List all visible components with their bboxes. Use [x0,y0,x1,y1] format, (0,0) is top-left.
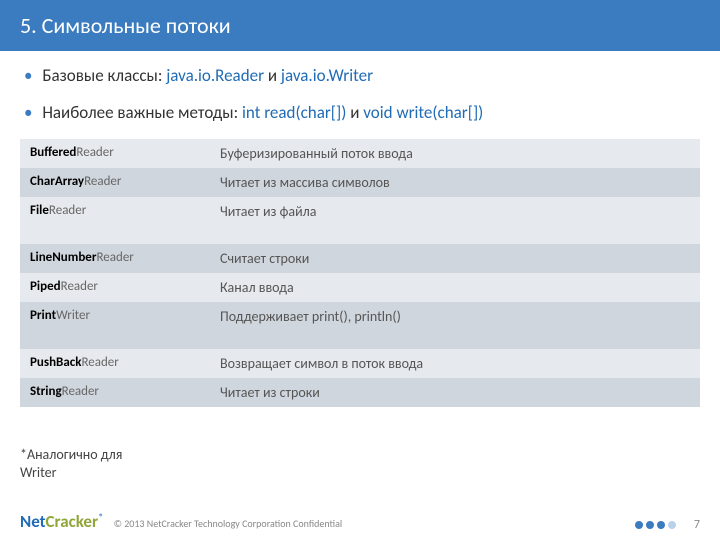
slide-header: 5. Символьные потоки [0,0,720,51]
pagination-dots [635,521,676,529]
classes-table: BufferedReaderБуферизированный поток вво… [20,139,700,407]
bullet-methods: Наиболее важные методы: int read(char[])… [20,102,700,123]
slide-content: Базовые классы: java.io.Reader и java.io… [0,51,720,407]
table-row: PushBackReaderВозвращает символ в поток … [20,349,700,378]
copyright: © 2013 NetCracker Technology Corporation… [114,517,343,530]
dot-icon [668,521,676,529]
table-row: FileReaderЧитает из файла [20,197,700,244]
table-row: BufferedReaderБуферизированный поток вво… [20,139,700,168]
dot-icon [635,521,643,529]
table-row: CharArrayReaderЧитает из массива символо… [20,168,700,197]
page-number: 7 [694,518,700,532]
footer-right: 7 [635,518,700,532]
footer: NetCracker® © 2013 NetCracker Technology… [0,511,720,532]
bullet-base-classes: Базовые классы: java.io.Reader и java.io… [20,65,700,86]
table-row: LineNumberReaderСчитает строки [20,244,700,273]
footnote: *Аналогично для Writer [20,446,122,482]
dot-icon [657,521,665,529]
dot-icon [646,521,654,529]
slide-title: 5. Символьные потоки [20,12,231,39]
table-row: PrintWriterПоддерживает print(), println… [20,302,700,349]
table-row: PipedReaderКанал ввода [20,273,700,302]
logo: NetCracker® [20,511,104,532]
table-row: StringReaderЧитает из строки [20,378,700,407]
